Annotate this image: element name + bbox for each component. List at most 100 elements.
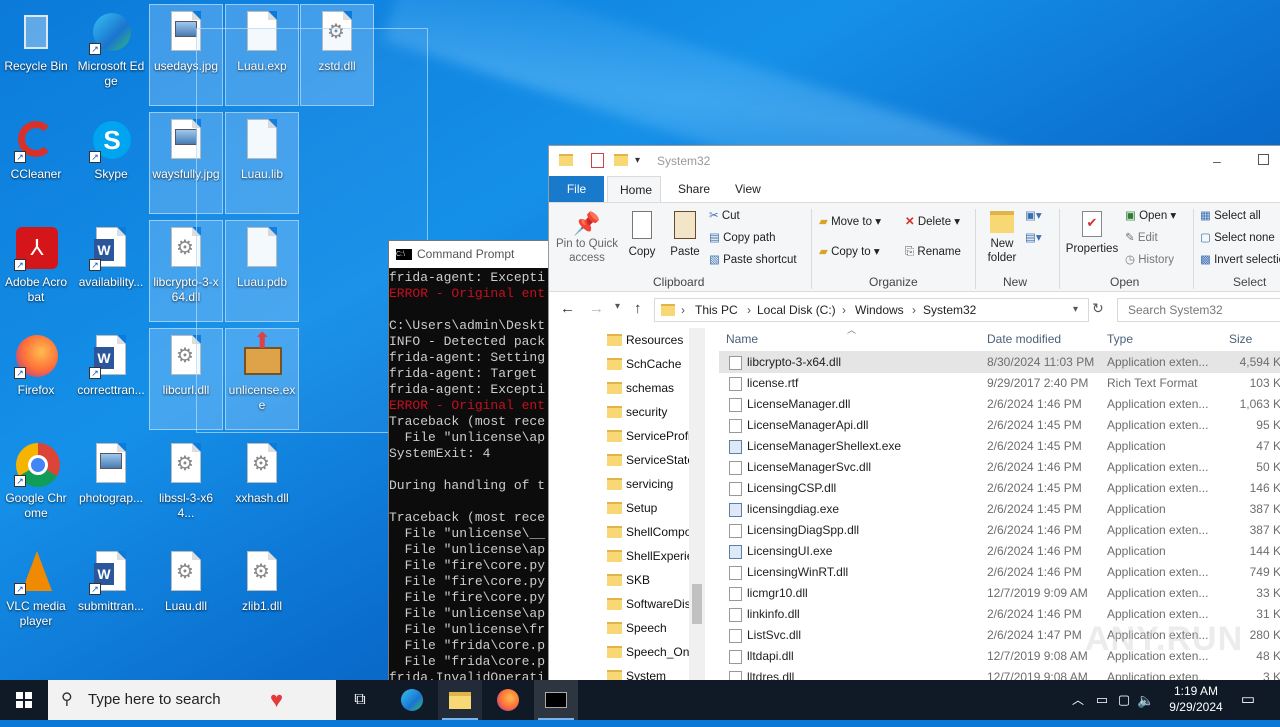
desktop-icon[interactable]: ↗ CCleaner [0, 113, 72, 213]
customize-chevron-icon[interactable]: ▾ [635, 146, 640, 176]
file-row[interactable]: LicensingUI.exe 2/6/2024 1:46 PM Applicati… [719, 541, 1280, 562]
column-date[interactable]: Date modified [987, 326, 1102, 352]
file-row[interactable]: LicensingWinRT.dll 2/6/2024 1:46 PM Applic… [719, 562, 1280, 583]
file-row[interactable]: LicenseManager.dll 2/6/2024 1:46 PM Applic… [719, 394, 1280, 415]
nav-item[interactable]: ShellCompo [549, 520, 709, 544]
nav-item[interactable]: SKB [549, 568, 709, 592]
file-row[interactable]: license.rtf 9/29/2017 2:40 PM Rich Text Fo… [719, 373, 1280, 394]
properties-button[interactable]: ✔ Properties [1065, 211, 1119, 256]
address-bar[interactable]: › This PC › Local Disk (C:) › Windows › … [654, 298, 1089, 322]
nav-item[interactable]: ServiceProfi [549, 424, 709, 448]
device-tray-icon[interactable]: ▢ [1114, 680, 1134, 720]
desktop-icon[interactable]: ↗ VLC media player [0, 545, 72, 645]
search-input[interactable]: Search System32 [1117, 298, 1280, 322]
easy-access-button[interactable]: ▤▾ [1025, 231, 1042, 245]
nav-item[interactable]: Setup [549, 496, 709, 520]
file-row[interactable]: licmgr10.dll 12/7/2019 9:09 AM Application… [719, 583, 1280, 604]
new-item-button[interactable]: ▣▾ [1025, 209, 1042, 223]
minimize-icon[interactable]: – [1213, 146, 1221, 176]
nav-scrollbar[interactable] [689, 328, 705, 688]
desktop-icon[interactable]: photograp... [75, 437, 147, 537]
move-to-button[interactable]: ▰ Move to ▾ [819, 215, 881, 229]
taskbar-firefox-button[interactable] [486, 680, 530, 720]
tab-file[interactable]: File [549, 176, 604, 202]
nav-item[interactable]: Speech_One [549, 640, 709, 664]
tab-home[interactable]: Home [607, 176, 661, 202]
column-name[interactable]: Name [726, 326, 961, 352]
recent-locations-chevron-icon[interactable]: ▾ [615, 301, 620, 312]
scrollbar-thumb[interactable] [692, 584, 702, 624]
command-prompt-window[interactable]: Command Prompt frida-agent: ExceptiERROR… [388, 240, 558, 690]
back-arrow-icon[interactable]: ← [560, 300, 575, 317]
desktop-icon[interactable]: W ↗ submittran... [75, 545, 147, 645]
desktop-icon[interactable]: W ↗ correcttran... [75, 329, 147, 429]
forward-arrow-icon[interactable]: → [589, 300, 604, 317]
delete-button[interactable]: ✕ Delete ▾ [905, 215, 960, 229]
up-arrow-icon[interactable]: ↑ [634, 300, 642, 317]
copy-path-button[interactable]: ▤ Copy path [709, 231, 776, 245]
notification-icon[interactable]: ▭ [1234, 680, 1262, 720]
breadcrumb-windows[interactable]: Windows [855, 299, 904, 321]
desktop-icon[interactable]: ↗ Google Chrome [0, 437, 72, 537]
nav-item[interactable]: ShellExperie [549, 544, 709, 568]
rename-button[interactable]: ⎘ Rename [905, 245, 961, 259]
desktop-icon[interactable]: ⚙ Luau.dll [150, 545, 222, 645]
file-row[interactable]: LicensingCSP.dll 2/6/2024 1:45 PM Applicat… [719, 478, 1280, 499]
desktop-icon[interactable]: W ↗ availability... [75, 221, 147, 321]
column-type[interactable]: Type [1107, 326, 1225, 352]
maximize-icon[interactable] [1258, 154, 1269, 165]
file-row[interactable]: LicenseManagerSvc.dll 2/6/2024 1:46 PM App… [719, 457, 1280, 478]
taskbar-explorer-button[interactable] [438, 680, 482, 720]
file-row[interactable]: LicenseManagerShellext.exe 2/6/2024 1:45 … [719, 436, 1280, 457]
nav-item[interactable]: servicing [549, 472, 709, 496]
tab-view[interactable]: View [723, 176, 773, 202]
nav-item[interactable]: SchCache [549, 352, 709, 376]
breadcrumb-system32[interactable]: System32 [923, 299, 976, 321]
nav-item[interactable]: security [549, 400, 709, 424]
paste-shortcut-button[interactable]: ▧ Paste shortcut [709, 253, 797, 267]
taskbar-clock[interactable]: 1:19 AM 9/29/2024 [1160, 683, 1232, 715]
taskbar-search-input[interactable]: ⚲ Type here to search ♥ [48, 680, 336, 720]
network-tray-icon[interactable]: ▭ [1092, 680, 1112, 720]
desktop-icon[interactable]: Recycle Bin [0, 5, 72, 105]
open-button[interactable]: ▣ Open ▾ [1125, 209, 1176, 223]
tab-share[interactable]: Share [666, 176, 722, 202]
file-row[interactable]: LicenseManagerApi.dll 2/6/2024 1:45 PM App… [719, 415, 1280, 436]
nav-item[interactable]: Speech [549, 616, 709, 640]
new-folder-button[interactable]: New folder [983, 211, 1021, 265]
volume-icon[interactable]: 🔈 [1136, 680, 1156, 720]
properties-quick-icon[interactable] [591, 153, 604, 168]
task-view-button[interactable]: ⧉ [340, 680, 380, 720]
cmd-title[interactable]: Command Prompt [389, 241, 557, 268]
nav-item[interactable]: ServiceState [549, 448, 709, 472]
desktop-icon[interactable]: ↗ Firefox [0, 329, 72, 429]
pin-quick-access-button[interactable]: 📌 Pin to Quick access [555, 211, 619, 265]
breadcrumb-local-disk[interactable]: Local Disk (C:) [757, 299, 836, 321]
copy-button[interactable]: Copy [625, 211, 659, 259]
breadcrumb-this-pc[interactable]: This PC [695, 299, 738, 321]
file-explorer-window[interactable]: ▾ System32 – File Home Share View 📌 Pin … [548, 145, 1280, 690]
desktop-icon[interactable]: ⚙ xxhash.dll [226, 437, 298, 537]
taskbar-cmd-button[interactable] [534, 680, 578, 720]
column-size[interactable]: Size [1229, 326, 1280, 352]
nav-item[interactable]: SoftwareDis [549, 592, 709, 616]
cut-button[interactable]: ✂ Cut [709, 209, 740, 223]
start-button[interactable] [0, 680, 48, 720]
address-dropdown-icon[interactable]: ▾ [1073, 299, 1078, 321]
nav-item[interactable]: schemas [549, 376, 709, 400]
desktop-icon[interactable]: ⅄ ↗ Adobe Acrobat [0, 221, 72, 321]
desktop-icon[interactable]: ⚙ zlib1.dll [226, 545, 298, 645]
nav-item[interactable]: Resources [549, 328, 709, 352]
desktop-icon[interactable]: S ↗ Skype [75, 113, 147, 213]
copy-to-button[interactable]: ▰ Copy to ▾ [819, 245, 880, 259]
explorer-titlebar[interactable]: ▾ System32 – [549, 146, 1280, 176]
file-row[interactable]: licensingdiag.exe 2/6/2024 1:45 PM Applica… [719, 499, 1280, 520]
edit-button[interactable]: ✎ Edit [1125, 231, 1158, 245]
select-none-button[interactable]: ▢ Select none [1200, 231, 1275, 245]
history-button[interactable]: ◷ History [1125, 253, 1174, 267]
file-row[interactable]: libcrypto-3-x64.dll 8/30/2024 11:03 PM App… [719, 352, 1280, 373]
tray-overflow-icon[interactable]: ︿ [1068, 680, 1088, 720]
desktop-icon[interactable]: ⚙ libssl-3-x64... [150, 437, 222, 537]
desktop-icon[interactable]: ↗ Microsoft Edge [75, 5, 147, 105]
new-folder-quick-icon[interactable] [614, 154, 628, 166]
